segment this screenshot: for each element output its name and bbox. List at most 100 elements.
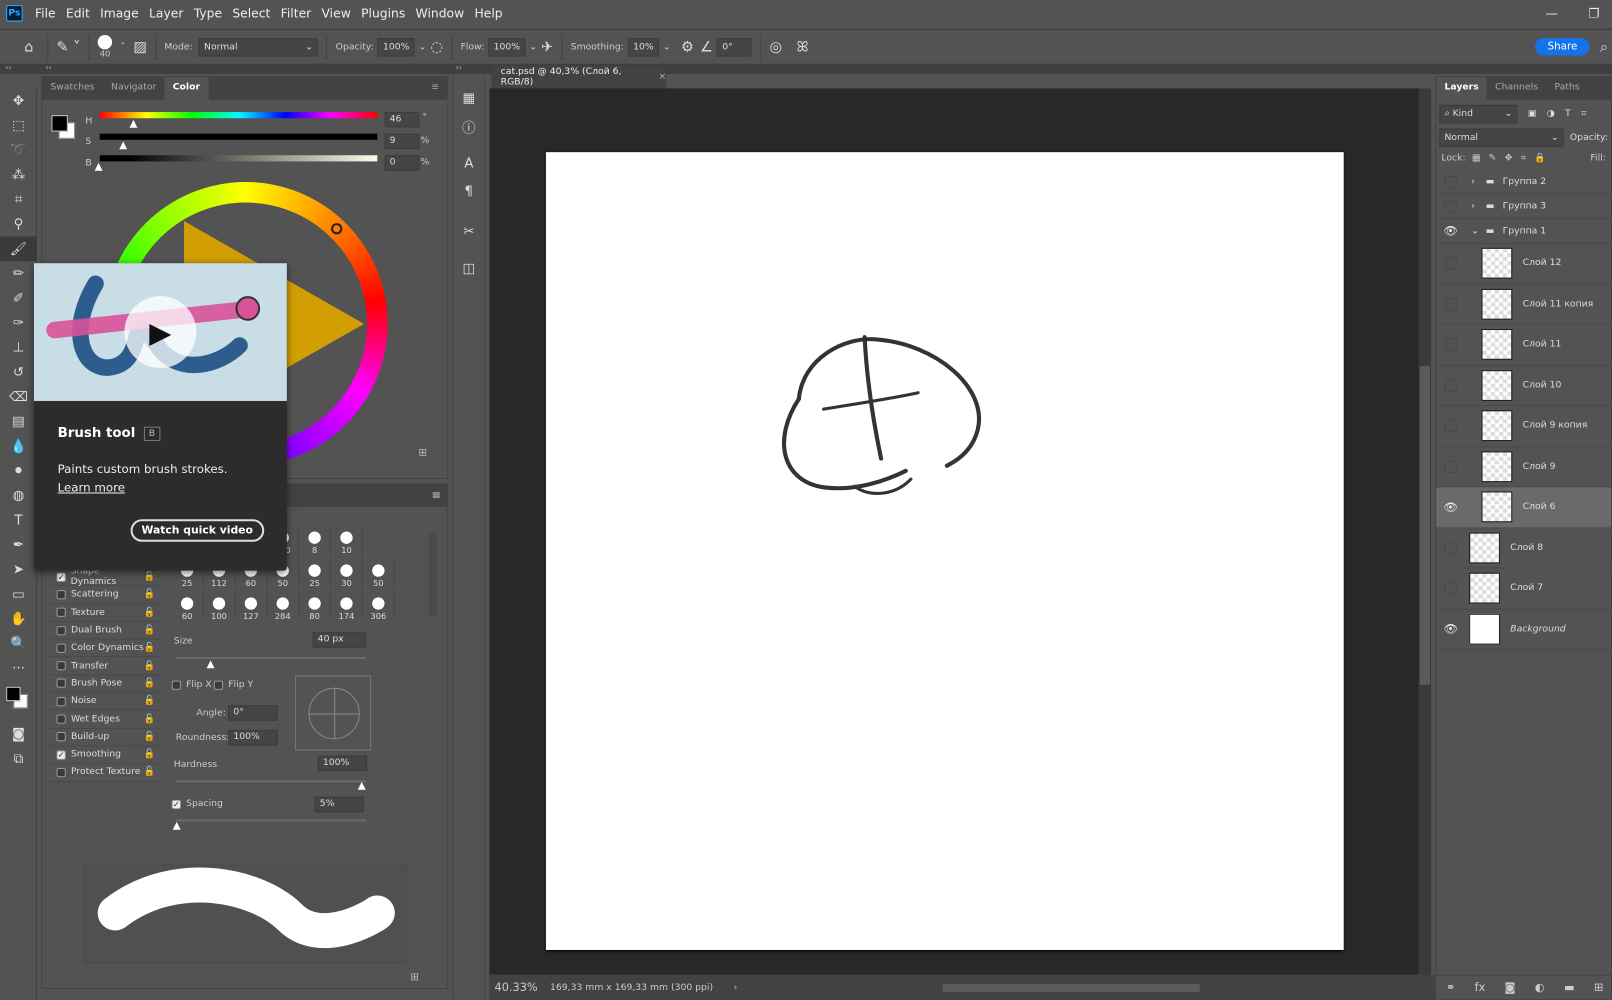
gradient-tool-icon[interactable]: ▤	[0, 409, 37, 434]
menu-layer[interactable]: Layer	[149, 6, 183, 20]
roundness-field[interactable]: 100%	[228, 729, 278, 746]
foreground-color-swatch[interactable]	[6, 686, 21, 702]
status-menu-icon[interactable]: ›	[734, 982, 738, 992]
pencil-tool-icon[interactable]: ✏	[0, 261, 37, 286]
expand-toolbar-icon[interactable]: ››	[5, 63, 12, 72]
visibility-eye-icon[interactable]: 👁	[1436, 500, 1465, 513]
eyedropper-tool-icon[interactable]: ⚲	[0, 212, 37, 237]
lasso-tool-icon[interactable]: ➰	[0, 138, 37, 163]
visibility-eye-icon[interactable]	[1436, 460, 1465, 472]
visibility-eye-icon[interactable]: 👁	[1436, 622, 1465, 635]
mode-select[interactable]: Normal ⌄	[198, 37, 319, 57]
checkbox[interactable]	[56, 732, 66, 742]
layer-row[interactable]: 👁 Background	[1436, 609, 1612, 650]
lock-icon[interactable]: 🔓	[144, 714, 156, 724]
layer-name[interactable]: Слой 10	[1523, 380, 1562, 390]
checkbox[interactable]	[56, 590, 66, 600]
layer-name[interactable]: Слой 12	[1523, 258, 1562, 268]
checkbox[interactable]: ✓	[56, 572, 66, 582]
mixer-brush-tool-icon[interactable]: ✑	[0, 310, 37, 335]
brush-dynamics-item[interactable]: Noise 🔓	[48, 693, 164, 711]
flip-y-checkbox[interactable]: Flip Y	[213, 680, 253, 690]
angle-field[interactable]: 0°	[717, 37, 753, 57]
lock-icon[interactable]: 🔓	[144, 590, 156, 600]
layer-name[interactable]: Группа 2	[1503, 176, 1547, 186]
brush-preset[interactable]: 306	[363, 589, 395, 621]
checkbox[interactable]	[56, 661, 66, 671]
screen-mode-icon[interactable]: ⧉	[0, 746, 37, 771]
add-mask-icon[interactable]: ◙	[1505, 981, 1516, 994]
history-brush-tool-icon[interactable]: ↺	[0, 360, 37, 385]
more-tools-icon[interactable]: ···	[0, 656, 37, 681]
layer-row[interactable]: Слой 12	[1436, 244, 1612, 285]
spacing-checkbox[interactable]: ✓ Spacing	[171, 799, 223, 809]
layer-row[interactable]: Слой 10	[1436, 365, 1612, 407]
lock-icon[interactable]: 🔓	[144, 732, 156, 742]
visibility-eye-icon[interactable]	[1436, 542, 1465, 554]
hue-value[interactable]: 46	[384, 112, 420, 128]
brush-dynamics-item[interactable]: Brush Pose 🔓	[48, 675, 164, 694]
angle-field[interactable]: 0°	[228, 705, 278, 721]
brush-dynamics-item[interactable]: Build-up 🔓	[48, 729, 164, 747]
layer-name[interactable]: Группа 3	[1503, 201, 1547, 211]
horizontal-scrollbar[interactable]	[943, 983, 1201, 992]
brush-preset[interactable]: 25	[299, 556, 332, 589]
brush-angle-preview[interactable]	[295, 675, 372, 751]
play-icon[interactable]: ▶	[124, 296, 197, 369]
layer-row[interactable]: Слой 9 копия	[1436, 406, 1612, 447]
brush-preset[interactable]: 284	[267, 589, 300, 621]
lock-icon[interactable]: 🔓	[144, 696, 156, 706]
saturation-value[interactable]: 9	[384, 133, 420, 150]
eraser-tool-icon[interactable]: ⌫	[0, 385, 37, 410]
dodge-tool-icon[interactable]: ⚫	[0, 459, 37, 484]
layer-name[interactable]: Слой 6	[1523, 502, 1556, 512]
checkbox[interactable]	[56, 643, 66, 653]
color-replacement-tool-icon[interactable]: ✐	[0, 286, 37, 311]
collapse-panels-icon[interactable]: ‹‹	[45, 63, 52, 72]
flow-field[interactable]: 100%	[488, 37, 526, 57]
layer-row[interactable]: 👁 Слой 6	[1436, 487, 1612, 528]
visibility-eye-icon[interactable]	[1436, 420, 1465, 432]
saturation-slider[interactable]	[99, 133, 378, 140]
blend-mode-select[interactable]: Normal ⌄	[1439, 128, 1564, 148]
tab-color[interactable]: Color	[164, 77, 209, 100]
expand-icon[interactable]: ⊞	[418, 447, 427, 458]
checkbox[interactable]	[56, 696, 66, 707]
checkbox[interactable]	[56, 767, 66, 778]
crop-tool-icon[interactable]: ⌗	[0, 187, 37, 212]
new-group-icon[interactable]: ▬	[1564, 981, 1575, 994]
paragraph-icon[interactable]: ¶	[453, 179, 484, 204]
symmetry-butterfly-icon[interactable]: ꕤ	[796, 39, 808, 55]
vertical-scrollbar[interactable]	[1418, 88, 1432, 975]
learn-more-link[interactable]: Learn more	[58, 480, 125, 494]
tab-navigator[interactable]: Navigator	[103, 77, 165, 100]
spacing-slider[interactable]	[175, 819, 367, 822]
lock-icons[interactable]: ▦✎✥⌗🔒	[1472, 153, 1554, 163]
minimize-icon[interactable]: —	[1545, 6, 1557, 20]
foreground-color-chip[interactable]	[51, 115, 68, 132]
brush-dynamics-item[interactable]: Color Dynamics 🔓	[48, 640, 164, 658]
search-icon[interactable]: ⌕	[1600, 39, 1608, 55]
lock-icon[interactable]: 🔓	[144, 661, 156, 671]
tooltip-video-thumbnail[interactable]: ▶	[33, 263, 287, 401]
brush-dynamics-item[interactable]: Texture 🔓	[48, 604, 164, 622]
size-field[interactable]: 40 px	[312, 632, 367, 648]
layer-row[interactable]: Слой 8	[1436, 528, 1612, 569]
brush-preset[interactable]: 100	[204, 589, 236, 621]
chevron-right-icon[interactable]: ›	[1471, 176, 1481, 186]
menu-filter[interactable]: Filter	[281, 6, 312, 20]
layer-name[interactable]: Слой 8	[1510, 543, 1543, 553]
brush-settings-icon[interactable]: ✂	[453, 216, 484, 247]
new-layer-icon[interactable]: ⊞	[1594, 981, 1603, 994]
brightness-slider-thumb[interactable]: ▲	[95, 161, 103, 172]
hardness-slider[interactable]	[175, 780, 367, 783]
visibility-eye-icon[interactable]	[1436, 379, 1465, 391]
layer-name[interactable]: Слой 9	[1523, 461, 1556, 471]
brush-settings-toggle-icon[interactable]: ▨	[133, 39, 147, 55]
brush-preset[interactable]: 10	[331, 523, 363, 556]
filter-type-icons[interactable]: ▣◑T⌗	[1528, 109, 1597, 119]
menu-view[interactable]: View	[322, 6, 351, 20]
checkbox[interactable]	[56, 678, 66, 689]
menu-select[interactable]: Select	[232, 6, 270, 20]
document-tab[interactable]: cat.psd @ 40,3% (Слой 6, RGB/8) ×	[491, 65, 667, 89]
